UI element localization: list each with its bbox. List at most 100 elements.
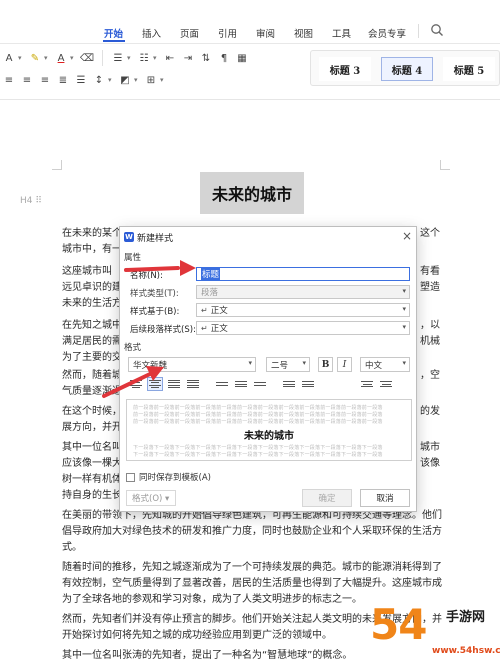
- bold-button[interactable]: B: [318, 357, 333, 372]
- chevron-down-icon: ▾: [402, 323, 406, 331]
- paragraph-fragment: 在这个时候，: [62, 406, 122, 417]
- cancel-button[interactable]: 取消: [360, 489, 410, 507]
- tab-review[interactable]: 审阅: [256, 26, 275, 40]
- paragraph-fragment: 在先知之城中: [62, 320, 122, 331]
- table-border-icon[interactable]: ⊞: [142, 72, 160, 88]
- decrease-indent-icon[interactable]: [359, 377, 375, 391]
- style-heading-5[interactable]: 标题 5: [443, 57, 495, 81]
- page-corner-mark: [440, 160, 450, 170]
- line-spacing-double-icon[interactable]: [252, 377, 268, 391]
- space-before-icon[interactable]: [281, 377, 297, 391]
- sort-icon[interactable]: ⇅: [197, 50, 215, 66]
- distribute-icon[interactable]: ☰: [72, 72, 90, 88]
- tab-member[interactable]: 会员专享: [368, 26, 406, 40]
- tab-home[interactable]: 开始: [104, 26, 123, 40]
- align-left-icon[interactable]: [128, 377, 144, 391]
- font-format-row: 华文新魏 ▾ 二号 ▾ B I 中文 ▾: [128, 357, 410, 372]
- italic-button[interactable]: I: [337, 357, 352, 372]
- tab-view[interactable]: 视图: [294, 26, 313, 40]
- chevron-down-icon: ▾: [18, 54, 22, 62]
- tab-page[interactable]: 页面: [180, 26, 199, 40]
- name-label: 名称(N):: [130, 271, 163, 281]
- new-style-dialog: W 新建样式 × 属性 名称(N): 标题 样式类型(T): 段落 ▾ 样式基于…: [119, 226, 417, 512]
- tab-references[interactable]: 引用: [218, 26, 237, 40]
- toolbar-row-top: A ▾ ✎ ▾ A ▾ ⌫ ☰ ▾ ☷ ▾ ⇤ ⇥ ⇅ ¶ ▦: [0, 50, 251, 66]
- based-on-value: 正文: [210, 306, 228, 316]
- ribbon-toolbar: A ▾ ✎ ▾ A ▾ ⌫ ☰ ▾ ☷ ▾ ⇤ ⇥ ⇅ ¶ ▦ ≡ ≡ ≡ ≣ …: [0, 44, 500, 100]
- align-center-icon[interactable]: [147, 377, 163, 391]
- justify-icon[interactable]: [185, 377, 201, 391]
- checkbox-box[interactable]: [126, 472, 135, 482]
- style-name-input[interactable]: 标题: [196, 267, 410, 281]
- align-right-icon[interactable]: [166, 377, 182, 391]
- bullet-list-icon[interactable]: ☰: [109, 50, 127, 66]
- paragraph-fragment: 的发: [420, 406, 440, 417]
- paragraph-fragment: 然而，随着城: [62, 370, 122, 381]
- dialog-titlebar[interactable]: W 新建样式 ×: [120, 227, 416, 247]
- style-heading-4[interactable]: 标题 4: [381, 57, 433, 81]
- based-on-select[interactable]: ↵ 正文 ▾: [196, 303, 410, 317]
- paragraph-style-icon: ↵: [201, 305, 208, 315]
- increase-indent-icon[interactable]: [378, 377, 394, 391]
- numbered-list-icon[interactable]: ☷: [135, 50, 153, 66]
- paragraph-line: 随着时间的推移，先知之城逐渐成为了一个可持续发展的典范。城市的能源消耗得到了: [62, 562, 442, 573]
- highlight-icon[interactable]: ✎: [26, 50, 44, 66]
- shading-icon[interactable]: ◩: [116, 72, 134, 88]
- section-format: 格式: [124, 343, 142, 353]
- justify-icon[interactable]: ≣: [54, 72, 72, 88]
- line-spacing-icon[interactable]: ↕: [90, 72, 108, 88]
- paragraph-fragment: 有看: [420, 266, 440, 277]
- watermark-url: www.54hsw.com: [432, 646, 500, 656]
- chevron-down-icon: ▾: [127, 54, 131, 62]
- save-to-template-checkbox[interactable]: 同时保存到模板(A): [126, 471, 211, 483]
- paragraph-fragment: 该像: [420, 458, 440, 469]
- document-title[interactable]: 未来的城市: [200, 172, 304, 214]
- watermark-brand: 手游网: [446, 610, 486, 625]
- line-spacing-15-icon[interactable]: [233, 377, 249, 391]
- font-color-icon[interactable]: A: [52, 50, 70, 66]
- show-marks-icon[interactable]: ¶: [215, 50, 233, 66]
- paragraph-fragment: 在未来的某个: [62, 228, 122, 239]
- active-tab-indicator: [103, 40, 125, 42]
- paragraph-fragment: 树一样有机体: [62, 474, 122, 485]
- line-spacing-single-icon[interactable]: [214, 377, 230, 391]
- preview-next-lines: 下一段落下一段落下一段落下一段落下一段落下一段落下一段落下一段落下一段落下一段落…: [133, 445, 383, 451]
- next-style-select[interactable]: ↵ 正文 ▾: [196, 321, 410, 335]
- tab-tools[interactable]: 工具: [332, 26, 351, 40]
- align-right-icon[interactable]: ≡: [36, 72, 54, 88]
- chevron-down-icon: ▾: [248, 359, 252, 367]
- chevron-down-icon: ▾: [108, 76, 112, 84]
- paragraph-fragment: 为了主要的交: [62, 352, 122, 363]
- paragraph-fragment: 展方向，并开: [62, 422, 122, 433]
- font-size-select[interactable]: 二号 ▾: [266, 357, 310, 372]
- space-after-icon[interactable]: [300, 377, 316, 391]
- style-type-select: 段落 ▾: [196, 285, 410, 299]
- align-center-icon[interactable]: ≡: [18, 72, 36, 88]
- search-icon[interactable]: [430, 23, 444, 37]
- font-size-down-icon[interactable]: A: [0, 50, 18, 66]
- align-left-icon[interactable]: ≡: [0, 72, 18, 88]
- paragraph-fragment: 城市: [420, 442, 440, 453]
- style-heading-3[interactable]: 标题 3: [319, 57, 371, 81]
- border-icon[interactable]: ▦: [233, 50, 251, 66]
- eraser-icon[interactable]: ⌫: [78, 50, 96, 66]
- style-gallery: 标题 3 标题 4 标题 5: [310, 50, 500, 86]
- outdent-icon[interactable]: ⇤: [161, 50, 179, 66]
- paragraph-fragment: 未来的生活方: [62, 298, 122, 309]
- indent-icon[interactable]: ⇥: [179, 50, 197, 66]
- paragraph-style-icon: ↵: [201, 323, 208, 333]
- script-select[interactable]: 中文 ▾: [360, 357, 410, 372]
- paragraph-fragment: 应该像一棵大: [62, 458, 122, 469]
- close-icon[interactable]: ×: [400, 228, 414, 244]
- ok-button[interactable]: 确定: [302, 489, 352, 507]
- font-name-select[interactable]: 华文新魏 ▾: [128, 357, 256, 372]
- paragraph-fragment: ，空: [420, 370, 440, 381]
- toolbar-divider: [102, 50, 103, 66]
- style-name-value: 标题: [201, 268, 221, 280]
- paragraph-fragment: 气质量逐渐退: [62, 386, 122, 397]
- format-menu-button[interactable]: 格式(O) ▾: [126, 490, 176, 506]
- tab-insert[interactable]: 插入: [142, 26, 161, 40]
- paragraph-line: 倡导政府加大对绿色技术的研发和推广力度，同时也鼓励企业和个人采取环保的生活方: [62, 526, 442, 537]
- paragraph-fragment: 持自身的生长: [62, 490, 122, 501]
- preview-next-lines: 下一段落下一段落下一段落下一段落下一段落下一段落下一段落下一段落下一段落下一段落…: [133, 452, 383, 458]
